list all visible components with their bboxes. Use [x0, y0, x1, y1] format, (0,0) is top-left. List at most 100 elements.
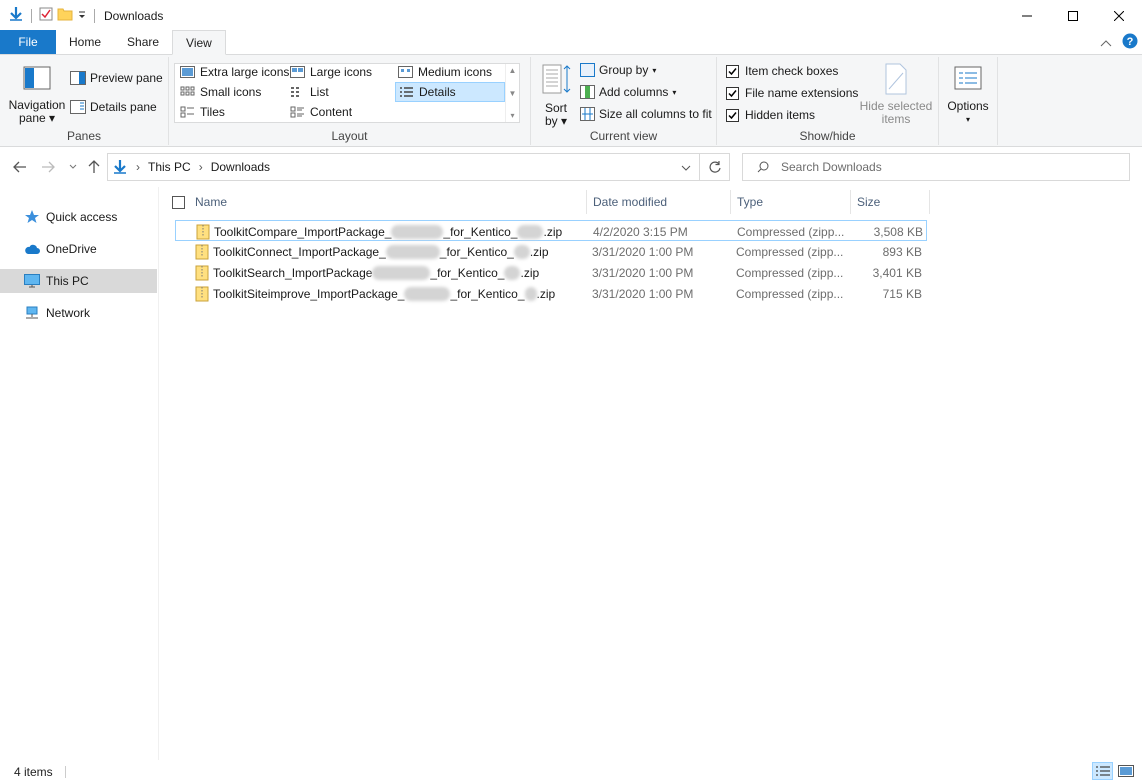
layout-extra-large-icons[interactable]: Extra large icons	[177, 62, 292, 82]
item-check-boxes-label: Item check boxes	[745, 64, 839, 78]
hidden-items-toggle[interactable]: Hidden items	[726, 105, 815, 125]
tab-share[interactable]: Share	[114, 30, 172, 54]
checkbox-unchecked-icon	[172, 195, 185, 209]
forward-button[interactable]	[38, 157, 58, 177]
tab-home[interactable]: Home	[56, 30, 114, 54]
column-name[interactable]: Name	[195, 190, 585, 214]
chevron-down-icon	[69, 164, 77, 169]
extra-large-icons-icon	[180, 66, 195, 78]
layout-medium-icons[interactable]: Medium icons	[395, 62, 495, 82]
new-folder-icon[interactable]	[57, 7, 73, 24]
address-dropdown-icon[interactable]	[681, 160, 691, 174]
collapse-ribbon-icon[interactable]	[1100, 36, 1112, 50]
layout-item-label: Tiles	[200, 105, 225, 119]
minimize-button[interactable]	[1004, 0, 1050, 31]
redacted-mark	[385, 244, 440, 259]
scroll-down-icon[interactable]: ▼	[509, 89, 517, 98]
file-row[interactable]: ToolkitConnect_ImportPackage_ _for_Kentic…	[175, 241, 927, 262]
layout-tiles[interactable]: Tiles	[177, 102, 228, 122]
large-icons-view-button[interactable]	[1115, 762, 1136, 780]
add-columns-button[interactable]: Add columns ▾	[580, 82, 676, 102]
back-button[interactable]	[10, 157, 30, 177]
column-divider[interactable]	[850, 190, 851, 214]
column-divider[interactable]	[730, 190, 731, 214]
nav-item-quick-access[interactable]: Quick access	[0, 205, 157, 229]
file-size: 3,508 KB	[873, 224, 923, 239]
window-controls	[1004, 0, 1142, 31]
current-view-group: Sort by ▾ Group by ▾ Add columns ▾ Size al…	[531, 57, 717, 145]
file-name: ToolkitCompare_ImportPackage_ _for_Kentic…	[214, 221, 562, 242]
close-button[interactable]	[1096, 0, 1142, 31]
item-check-boxes-toggle[interactable]: Item check boxes	[726, 61, 838, 81]
qat-divider	[31, 8, 32, 23]
search-box[interactable]: Search Downloads	[742, 153, 1130, 181]
up-button[interactable]	[84, 157, 104, 177]
file-row[interactable]: ToolkitSiteimprove_ImportPackage_ _for_Ke…	[175, 283, 927, 304]
details-pane-button[interactable]: Details pane	[70, 97, 157, 117]
column-type[interactable]: Type	[737, 190, 849, 214]
layout-small-icons[interactable]: Small icons	[177, 82, 264, 102]
nav-item-network[interactable]: Network	[0, 301, 157, 325]
zip-file-icon	[195, 241, 209, 262]
hide-selected-icon	[885, 63, 907, 95]
file-row[interactable]: ToolkitCompare_ImportPackage_ _for_Kentic…	[175, 220, 927, 241]
file-name-part: ToolkitConnect_ImportPackage_	[213, 244, 386, 259]
small-icons-icon	[180, 86, 195, 96]
sort-by-button[interactable]: Sort by ▾	[539, 63, 573, 128]
help-icon[interactable]: ?	[1122, 33, 1138, 52]
maximize-button[interactable]	[1050, 0, 1096, 31]
column-divider[interactable]	[586, 190, 587, 214]
recent-locations-button[interactable]	[63, 157, 83, 177]
address-bar[interactable]: › This PC › Downloads	[107, 153, 700, 181]
group-by-label: Group by	[599, 63, 649, 77]
nav-item-onedrive[interactable]: OneDrive	[0, 237, 157, 261]
customize-qat-icon[interactable]	[77, 9, 87, 23]
options-group: Options ▾	[939, 57, 998, 145]
group-by-button[interactable]: Group by ▾	[580, 60, 656, 80]
tab-view[interactable]: View	[172, 30, 226, 55]
size-all-columns-button[interactable]: Size all columns to fit	[580, 104, 712, 124]
file-name-extensions-label: File name extensions	[745, 86, 859, 100]
options-button[interactable]: Options ▾	[945, 65, 991, 126]
item-count: 4 items	[14, 765, 53, 779]
breadcrumb-this-pc[interactable]: This PC	[148, 160, 191, 174]
layout-gallery-scroll[interactable]: ▲ ▼ ▾	[505, 64, 519, 122]
scroll-up-icon[interactable]: ▲	[509, 66, 517, 75]
refresh-button[interactable]	[700, 153, 730, 181]
layout-details[interactable]: Details	[395, 82, 505, 102]
group-by-icon	[580, 63, 595, 77]
tab-file[interactable]: File	[0, 30, 56, 54]
navigation-pane-sublabel: pane	[18, 111, 46, 125]
hide-selected-items-button[interactable]: Hide selected items	[859, 63, 933, 126]
layout-content[interactable]: Content	[287, 102, 355, 122]
column-size[interactable]: Size	[857, 190, 927, 214]
breadcrumb-downloads[interactable]: Downloads	[211, 160, 270, 174]
layout-item-label: Large icons	[310, 65, 373, 79]
content-icon	[290, 106, 304, 118]
file-name-extensions-toggle[interactable]: File name extensions	[726, 83, 858, 103]
up-arrow-icon	[88, 160, 100, 173]
file-name-part: .zip	[543, 224, 563, 239]
downloads-arrow-icon[interactable]	[8, 6, 24, 25]
column-date-modified[interactable]: Date modified	[593, 190, 729, 214]
details-view-button[interactable]	[1092, 762, 1113, 780]
select-all-checkbox[interactable]	[172, 190, 185, 214]
file-name-part: _for_Kentico_	[439, 244, 514, 259]
navigation-pane-button[interactable]: Navigation pane ▾	[6, 65, 68, 125]
preview-pane-button[interactable]: Preview pane	[70, 68, 163, 88]
file-name-part: ToolkitCompare_ImportPackage_	[214, 224, 392, 239]
nav-item-this-pc[interactable]: This PC	[0, 269, 157, 293]
layout-item-label: Content	[310, 105, 353, 119]
file-date: 3/31/2020 1:00 PM	[592, 286, 694, 301]
file-row[interactable]: ToolkitSearch_ImportPackage _for_Kentico_…	[175, 262, 927, 283]
layout-large-icons[interactable]: Large icons	[287, 62, 375, 82]
expand-gallery-icon[interactable]: ▾	[510, 111, 514, 120]
layout-list[interactable]: List	[287, 82, 332, 102]
layout-item-label: Extra large icons	[200, 65, 290, 79]
checkbox-checked-icon	[726, 64, 739, 78]
details-icon	[400, 87, 413, 97]
column-divider[interactable]	[929, 190, 930, 214]
properties-icon[interactable]	[39, 7, 53, 24]
file-name: ToolkitConnect_ImportPackage_ _for_Kentic…	[213, 241, 549, 262]
panes-group-label: Panes	[66, 129, 102, 143]
